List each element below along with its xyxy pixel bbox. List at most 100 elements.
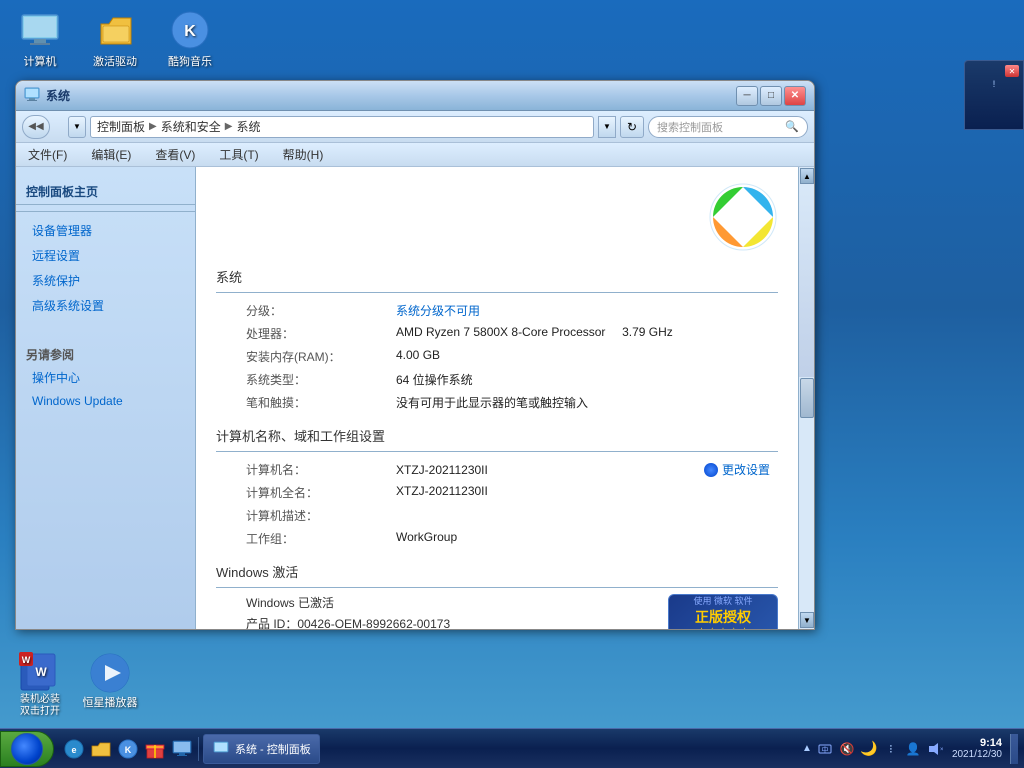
taskbar-window-icon <box>212 740 230 758</box>
ram-value: 4.00 GB <box>366 345 778 368</box>
computer-section-title: 计算机名称、域和工作组设置 <box>216 426 778 445</box>
sidebar-action-center[interactable]: 操作中心 <box>16 365 195 390</box>
sidebar-device-manager[interactable]: 设备管理器 <box>16 218 195 243</box>
computer-desc-label: 计算机描述： <box>216 504 366 527</box>
menu-tools[interactable]: 工具(T) <box>215 144 262 165</box>
background-window: ✕ ! <box>964 60 1024 130</box>
scroll-up-button[interactable]: ▲ <box>800 168 814 184</box>
path-segment-2: 系统和安全 <box>161 118 221 135</box>
scroll-thumb[interactable] <box>800 378 814 418</box>
computer-name-row: 计算机名： XTZJ-20211230II 更改设置 <box>216 458 778 481</box>
system-type-row: 系统类型： 64 位操作系统 <box>216 368 778 391</box>
bottom-desktop-icons: W W 装机必装双击打开 恒星播放器 <box>10 652 140 718</box>
system-tray: ▲ 中 🔇 🌙 ⁝ 👤 × 9:14 2021/12/30 <box>796 734 1024 764</box>
system-info-table: 分级： 系统分级不可用 处理器： AMD Ryzen 7 5800X 8-Cor… <box>216 299 778 414</box>
tray-user-icon[interactable]: 👤 <box>904 740 922 758</box>
driver-desktop-icon[interactable]: 激活驱动 <box>85 10 145 69</box>
svg-text:W: W <box>22 655 31 665</box>
sidebar: 控制面板主页 设备管理器 远程设置 系统保护 高级系统设置 另请参阅 操作中心 … <box>16 167 196 629</box>
section-divider-2 <box>216 451 778 452</box>
workgroup-value: WorkGroup <box>366 527 778 550</box>
address-path[interactable]: 控制面板 ▶ 系统和安全 ▶ 系统 <box>90 116 594 138</box>
ql-gift-icon[interactable] <box>143 737 167 761</box>
sidebar-advanced-settings[interactable]: 高级系统设置 <box>16 293 195 318</box>
tray-clock[interactable]: 9:14 2021/12/30 <box>948 737 1006 760</box>
scrollbar[interactable]: ▲ ▼ <box>798 167 814 629</box>
sidebar-also-label: 另请参阅 <box>16 338 195 365</box>
computer-fullname-value: XTZJ-20211230II <box>366 481 778 504</box>
workgroup-row: 工作组： WorkGroup <box>216 527 778 550</box>
menu-edit[interactable]: 编辑(E) <box>87 144 135 165</box>
path-segment-3: 系统 <box>236 118 260 135</box>
tray-speaker-icon[interactable]: × <box>926 740 944 758</box>
ql-monitor-icon[interactable] <box>170 737 194 761</box>
tray-network-icon[interactable]: 中 <box>816 740 834 758</box>
tray-moon-icon[interactable]: 🌙 <box>860 740 878 758</box>
windows-logo <box>216 177 778 257</box>
rating-label: 分级： <box>216 299 366 322</box>
activation-section: Windows 激活 使用 微软 软件 正版授权 ★★★★★ 安全 稳定 声誉 … <box>216 562 778 629</box>
search-box[interactable]: 搜索控制面板 🔍 <box>648 116 808 138</box>
sidebar-remote-settings[interactable]: 远程设置 <box>16 243 195 268</box>
close-button[interactable]: ✕ <box>784 86 806 106</box>
computer-desc-row: 计算机描述： <box>216 504 778 527</box>
kk-music-desktop-icon[interactable]: K 酷狗音乐 <box>160 10 220 69</box>
show-desktop-button[interactable] <box>1010 734 1018 764</box>
processor-row: 处理器： AMD Ryzen 7 5800X 8-Core Processor … <box>216 322 778 345</box>
menu-help[interactable]: 帮助(H) <box>279 144 328 165</box>
rating-value[interactable]: 系统分级不可用 <box>366 299 778 322</box>
tray-time: 9:14 <box>980 737 1002 749</box>
svg-text:e: e <box>71 745 76 755</box>
main-content: 系统 分级： 系统分级不可用 处理器： AMD Ryzen 7 5800X 8-… <box>196 167 798 629</box>
activation-badge: 使用 微软 软件 正版授权 ★★★★★ 安全 稳定 声誉 <box>668 594 778 629</box>
bg-close-button[interactable]: ✕ <box>1005 65 1019 77</box>
content-area: 控制面板主页 设备管理器 远程设置 系统保护 高级系统设置 另请参阅 操作中心 … <box>16 167 814 629</box>
tray-dots-icon[interactable]: ⁝ <box>882 740 900 758</box>
change-settings-link[interactable]: 更改设置 <box>704 461 770 478</box>
word-install-icon[interactable]: W W 装机必装双击打开 <box>10 652 70 718</box>
start-button[interactable] <box>0 731 54 767</box>
sidebar-windows-update[interactable]: Windows Update <box>16 390 195 412</box>
ram-row: 安装内存(RAM)： 4.00 GB <box>216 345 778 368</box>
refresh-button[interactable]: ↻ <box>620 116 644 138</box>
address-dropdown[interactable]: ▼ <box>598 116 616 138</box>
svg-text:W: W <box>35 665 47 679</box>
taskbar-window-item[interactable]: 系统 - 控制面板 <box>203 734 320 764</box>
media-player-icon[interactable]: 恒星播放器 <box>80 652 140 718</box>
back-button[interactable]: ◀◀ <box>22 115 50 139</box>
tray-expand-arrow[interactable]: ▲ <box>802 743 812 754</box>
svg-text:K: K <box>184 23 196 40</box>
title-text: 系统 <box>46 87 70 104</box>
sidebar-home[interactable]: 控制面板主页 <box>16 177 195 205</box>
workgroup-label: 工作组： <box>216 527 366 550</box>
tray-volume-icon[interactable]: 🔇 <box>838 740 856 758</box>
maximize-button[interactable]: □ <box>760 86 782 106</box>
quick-launch: e K <box>58 737 199 761</box>
ql-folder-icon[interactable] <box>89 737 113 761</box>
svg-text:K: K <box>125 745 132 755</box>
computer-desktop-icon[interactable]: 计算机 <box>10 10 70 69</box>
computer-fullname-row: 计算机全名： XTZJ-20211230II <box>216 481 778 504</box>
ql-kk-icon[interactable]: K <box>116 737 140 761</box>
svg-text:中: 中 <box>821 745 828 754</box>
computer-name-label: 计算机名： <box>216 458 366 481</box>
menu-file[interactable]: 文件(F) <box>24 144 71 165</box>
start-orb <box>11 733 43 765</box>
menu-view[interactable]: 查看(V) <box>151 144 199 165</box>
search-placeholder: 搜索控制面板 <box>657 119 723 135</box>
scroll-down-button[interactable]: ▼ <box>800 612 814 628</box>
computer-section: 计算机名称、域和工作组设置 计算机名： XTZJ-20211230II 更改设置 <box>216 426 778 550</box>
product-id-label: 产品 ID：00426-OEM-8992662-00173 <box>246 617 450 629</box>
section-divider-3 <box>216 587 778 588</box>
nav-dropdown[interactable]: ▼ <box>68 116 86 138</box>
sidebar-system-protection[interactable]: 系统保护 <box>16 268 195 293</box>
badge-top: 使用 微软 软件 <box>693 594 752 607</box>
computer-name-value: XTZJ-20211230II 更改设置 <box>366 458 778 481</box>
desktop: 计算机 激活驱动 K 酷狗音乐 <box>0 0 1024 768</box>
taskbar-item-label: 系统 - 控制面板 <box>235 741 311 757</box>
ql-ie-icon[interactable]: e <box>62 737 86 761</box>
path-segment-1: 控制面板 <box>97 118 145 135</box>
title-bar-icon <box>24 86 40 105</box>
search-icon[interactable]: 🔍 <box>785 120 799 133</box>
minimize-button[interactable]: ─ <box>736 86 758 106</box>
